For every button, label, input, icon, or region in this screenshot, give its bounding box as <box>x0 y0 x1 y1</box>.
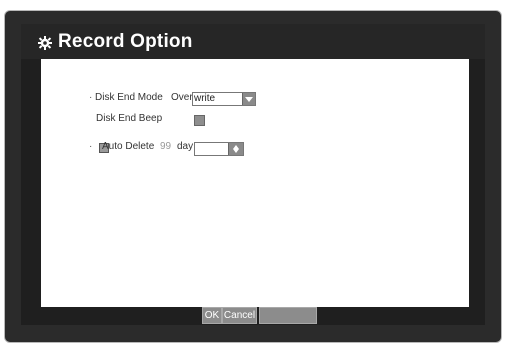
record-option-dialog: Record Option · Disk End Mode Over write… <box>21 24 485 325</box>
down-arrow-icon <box>233 149 239 153</box>
dialog-frame: Record Option · Disk End Mode Over write… <box>4 10 502 343</box>
settings-content: · Disk End Mode Over write Disk End Beep… <box>41 59 469 307</box>
auto-delete-label: Auto Delete <box>102 141 155 152</box>
disk-end-beep-checkbox[interactable] <box>194 115 205 126</box>
dialog-title: Record Option <box>58 31 193 52</box>
disk-end-mode-label: Disk End Mode <box>95 92 163 103</box>
auto-delete-unit: day <box>177 141 194 152</box>
disk-end-mode-select[interactable]: write <box>192 92 256 106</box>
auto-delete-spinner[interactable] <box>194 142 244 156</box>
screen: Record Option · Disk End Mode Over write… <box>0 0 509 348</box>
auto-delete-spinner-button[interactable] <box>228 143 243 155</box>
title-bar: Record Option <box>21 24 485 59</box>
bullet-marker: · <box>89 141 93 152</box>
disk-end-beep-label: Disk End Beep <box>96 113 163 124</box>
disk-end-mode-value: write <box>194 93 216 104</box>
chevron-down-icon <box>245 97 253 102</box>
disk-end-mode-dropdown-button[interactable] <box>242 93 255 105</box>
gear-icon <box>38 36 52 50</box>
extra-button[interactable] <box>259 307 317 324</box>
cancel-button[interactable]: Cancel <box>222 307 257 324</box>
auto-delete-value: 99 <box>160 141 172 152</box>
disk-end-mode-prefix: Over <box>171 92 193 103</box>
dialog-footer: OK Cancel <box>41 307 469 325</box>
bullet-marker: · <box>89 92 93 103</box>
ok-button[interactable]: OK <box>202 307 222 324</box>
